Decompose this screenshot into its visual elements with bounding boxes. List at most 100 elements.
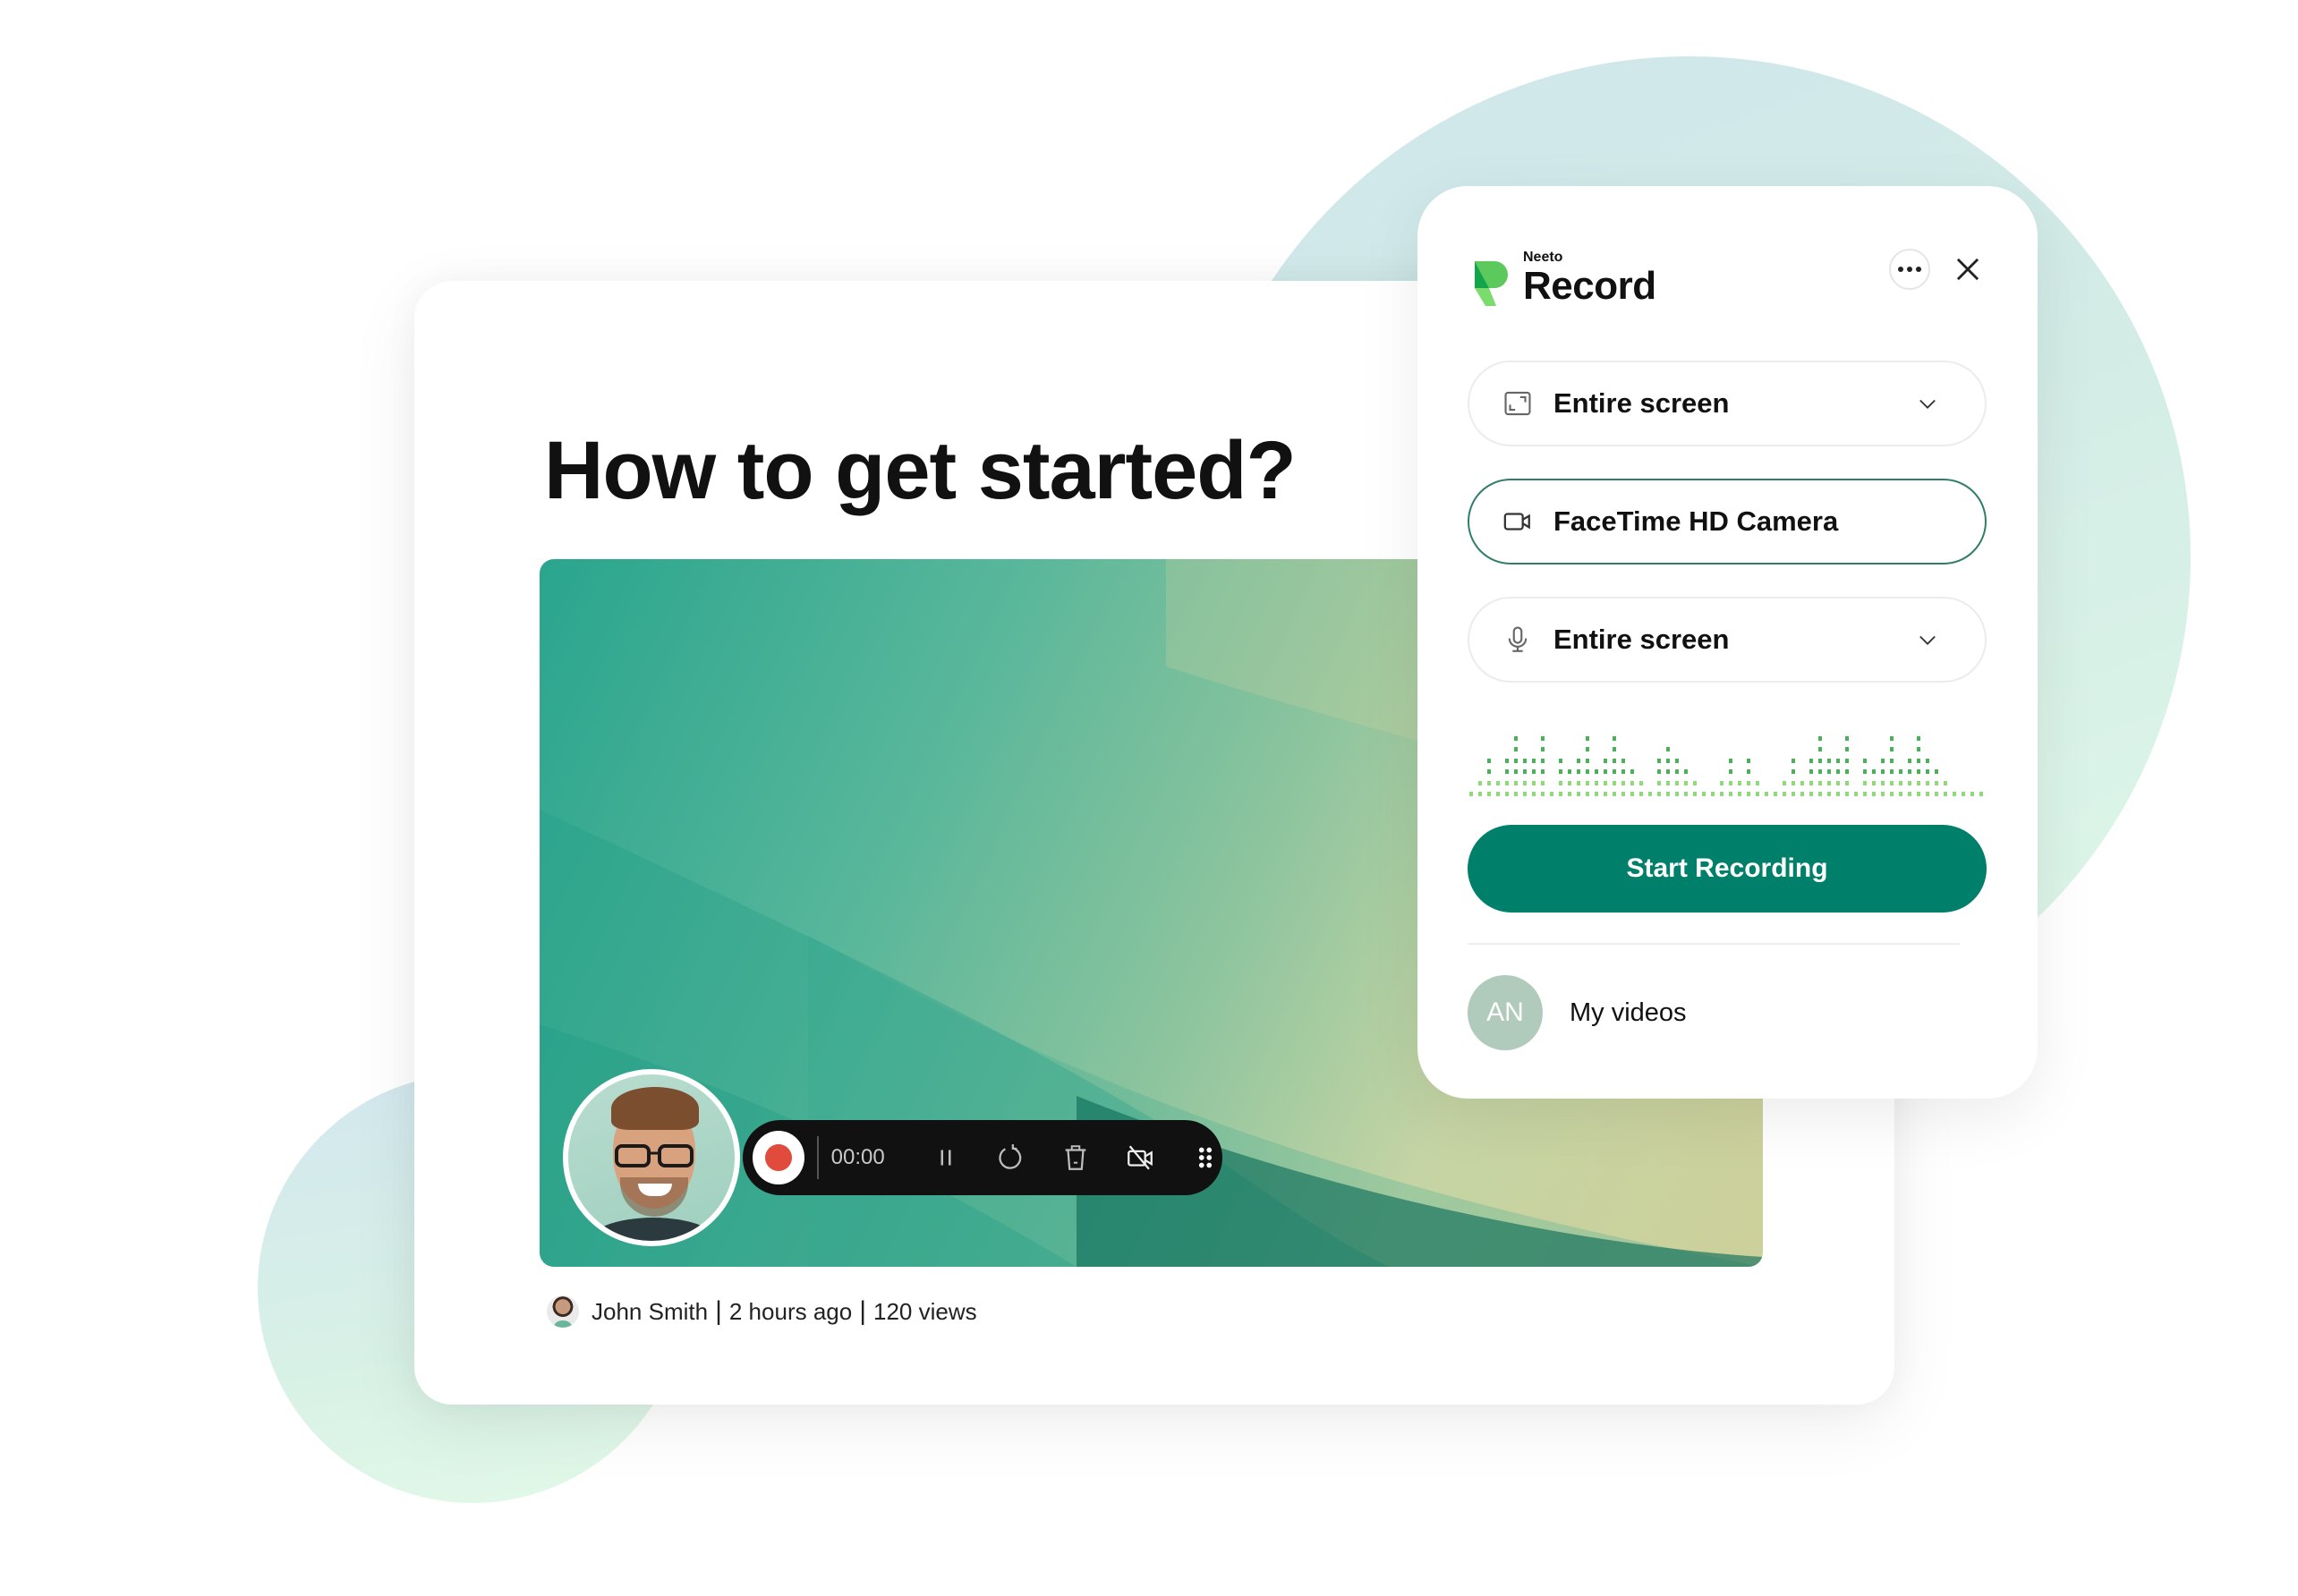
audio-meter-dot [1514,735,1518,741]
audio-meter-dot [1487,758,1491,763]
audio-meter-dot [1926,792,1929,796]
audio-meter-dot [1657,758,1661,763]
audio-meter-dot [1505,780,1509,785]
audio-meter-dot [1827,792,1831,796]
audio-meter-dot [1944,780,1947,785]
more-options-button[interactable] [1889,249,1930,290]
audio-meter-dot [1917,792,1920,796]
audio-meter-dot [1666,747,1670,751]
audio-meter-dot [1774,792,1777,796]
meta-separator: | [715,1296,722,1326]
audio-meter-dot [1863,758,1867,763]
audio-meter-dot [1872,792,1876,796]
audio-meter-dot [1845,747,1849,751]
audio-meter-dot [1935,780,1938,785]
recording-timer: 00:00 [830,1145,885,1169]
audio-meter-dot [1908,769,1911,774]
audio-meter-dot [1953,792,1956,796]
audio-meter-dot [1890,792,1894,796]
audio-meter-dot [1523,758,1527,763]
audio-meter-dot [1595,792,1598,796]
audio-meter-dot [1783,780,1786,785]
audio-meter-dot [1809,769,1813,774]
audio-meter-dot [1783,792,1786,796]
audio-meter-dot [1747,769,1750,774]
audio-meter-dot [1792,769,1795,774]
audio-meter-dot [1881,792,1885,796]
my-videos-row[interactable]: AN My videos [1468,975,1687,1050]
audio-meter-dot [1666,758,1670,763]
audio-meter-dot [1613,758,1616,763]
audio-meter-dot [1541,758,1545,763]
webcam-bubble[interactable] [563,1069,740,1246]
restart-button[interactable] [993,1140,1027,1176]
audio-meter-dot [1613,792,1616,796]
audio-meter-dot [1559,769,1562,774]
audio-meter-dot [1541,769,1545,774]
audio-meter-dot [1604,758,1607,763]
audio-meter-dot [1514,780,1518,785]
audio-meter-dot [1827,758,1831,763]
audio-meter-dot [1944,792,1947,796]
audio-meter-dot [1720,780,1724,785]
start-recording-button[interactable]: Start Recording [1468,825,1987,913]
audio-meter-dot [1899,792,1902,796]
delete-button[interactable] [1059,1140,1093,1176]
close-icon[interactable] [1951,252,1985,286]
audio-meter-dot [1935,792,1938,796]
audio-meter-dot [1487,780,1491,785]
audio-meter-dot [1818,735,1822,741]
audio-meter-dot [1863,792,1867,796]
audio-meter-dot [1836,769,1840,774]
audio-meter-dot [1890,735,1894,741]
audio-meter-dot [1541,747,1545,751]
video-meta: John Smith | 2 hours ago | 120 views [547,1295,977,1328]
audio-meter-dot [1496,792,1500,796]
audio-meter-dot [1630,792,1634,796]
audio-meter-dot [1854,792,1858,796]
audio-meter-dot [1684,780,1688,785]
camera-toggle-button[interactable] [1123,1140,1157,1176]
microphone-source-select[interactable]: Entire screen [1468,597,1987,683]
audio-meter-dot [1818,780,1822,785]
audio-meter-dot [1747,780,1750,785]
screen-source-select[interactable]: Entire screen [1468,361,1987,446]
pause-icon [940,1150,951,1166]
audio-meter-dot [1523,780,1527,785]
audio-meter-dot [1881,758,1885,763]
audio-meter-dot [1890,780,1894,785]
audio-meter-dot [1675,758,1679,763]
author-name[interactable]: John Smith [592,1298,708,1326]
audio-meter-dot [1586,735,1589,741]
audio-meter-dot [1809,792,1813,796]
audio-meter-dot [1935,769,1938,774]
audio-meter-dot [1505,792,1509,796]
drag-handle[interactable] [1188,1140,1222,1176]
audio-meter-dot [1818,747,1822,751]
pause-button[interactable] [929,1140,963,1176]
audio-meter-dot [1532,769,1536,774]
audio-meter-dot [1541,780,1545,785]
audio-meter-dot [1604,769,1607,774]
audio-meter-dot [1630,780,1634,785]
restart-icon [999,1144,1022,1169]
audio-meter-dot [1478,792,1482,796]
my-videos-link[interactable]: My videos [1570,998,1687,1028]
camera-source-select[interactable]: FaceTime HD Camera [1468,479,1987,565]
audio-meter-dot [1568,792,1571,796]
audio-meter-dot [1747,792,1750,796]
audio-meter-dot [1478,780,1482,785]
user-avatar[interactable]: AN [1468,975,1543,1050]
audio-meter-dot [1613,735,1616,741]
audio-meter-dot [1505,769,1509,774]
audio-meter-dot [1684,792,1688,796]
audio-meter-dot [1872,780,1876,785]
audio-meter-dot [1836,758,1840,763]
audio-meter-dot [1765,792,1768,796]
audio-meter-dot [1621,780,1625,785]
record-button[interactable] [753,1131,804,1184]
neeto-r-logo-icon [1475,261,1508,306]
audio-meter-dot [1586,758,1589,763]
audio-meter-dot [1908,758,1911,763]
audio-meter-dot [1890,747,1894,751]
